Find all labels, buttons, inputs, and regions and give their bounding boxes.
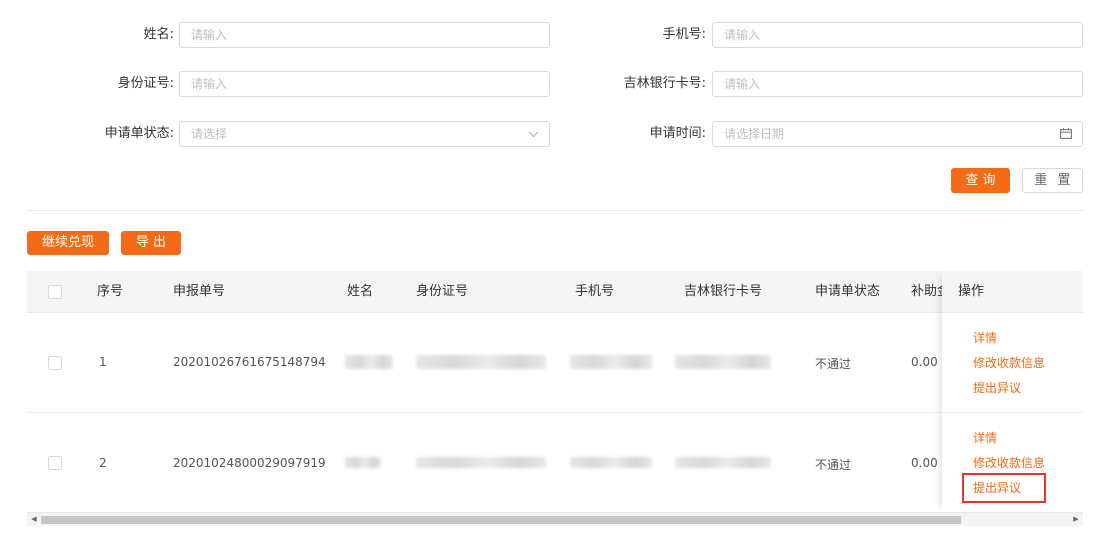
status-select-placeholder: 请选择 [191, 127, 228, 141]
continue-redeem-button[interactable]: 继续兑现 [27, 231, 109, 255]
row-checkbox[interactable] [48, 356, 62, 370]
caret-left-icon[interactable]: ◀ [28, 513, 40, 526]
actions-column-header: 操作 [942, 271, 1083, 313]
scrollbar-thumb[interactable] [41, 516, 961, 524]
phone-input-placeholder: 请输入 [724, 28, 761, 42]
blurred-name [345, 457, 381, 468]
edit-payment-info-link[interactable]: 修改收款信息 [973, 455, 1045, 471]
reset-button[interactable]: 重 置 [1022, 168, 1083, 193]
blurred-name [345, 355, 393, 369]
divider [27, 210, 1083, 211]
highlight-box [962, 473, 1046, 503]
column-header-status: 申请单状态 [815, 284, 881, 299]
name-input-placeholder: 请输入 [191, 28, 228, 42]
row-status: 不通过 [815, 357, 852, 371]
column-header-report-no: 申报单号 [173, 284, 226, 299]
column-header-phone: 手机号 [575, 284, 615, 299]
row-subsidy: 0.00 [911, 355, 938, 369]
bank-card-input[interactable]: 请输入 [712, 71, 1083, 97]
row-index: 2 [99, 456, 107, 470]
blurred-id-card [416, 457, 546, 468]
column-header-name: 姓名 [347, 284, 374, 299]
table-header: 序号 申报单号 姓名 身份证号 手机号 吉林银行卡号 申请单状态 补助金 [27, 271, 1083, 313]
row-report-no: 20201026761675148794 [173, 355, 326, 369]
caret-right-icon[interactable]: ▶ [1070, 513, 1082, 526]
select-all-checkbox[interactable] [48, 285, 62, 299]
table-row: 2 20201024800029097919 不通过 0.00 [27, 413, 1083, 511]
row-subsidy: 0.00 [911, 456, 938, 470]
blurred-id-card [416, 355, 546, 369]
calendar-icon [1060, 122, 1072, 146]
query-button[interactable]: 查 询 [951, 168, 1010, 193]
id-card-label: 身份证号: [117, 76, 174, 91]
bank-card-label: 吉林银行卡号: [623, 76, 706, 91]
bank-card-input-placeholder: 请输入 [724, 77, 761, 91]
table-row: 1 20201026761675148794 不通过 0.00 [27, 313, 1083, 413]
date-picker-placeholder: 请选择日期 [724, 127, 785, 141]
row-report-no: 20201024800029097919 [173, 456, 326, 470]
blurred-phone [570, 355, 652, 369]
export-button[interactable]: 导 出 [121, 231, 181, 255]
raise-objection-link[interactable]: 提出异议 [973, 380, 1021, 396]
id-card-input-placeholder: 请输入 [191, 77, 228, 91]
name-input[interactable]: 请输入 [179, 22, 550, 48]
chevron-down-icon [528, 122, 539, 146]
blurred-phone [570, 457, 652, 468]
row-index: 1 [99, 355, 107, 369]
detail-link[interactable]: 详情 [973, 430, 997, 446]
date-picker-input[interactable]: 请选择日期 [712, 121, 1083, 147]
column-header-index: 序号 [97, 284, 124, 299]
column-header-actions: 操作 [958, 284, 985, 299]
id-card-input[interactable]: 请输入 [179, 71, 550, 97]
horizontal-scrollbar[interactable]: ◀ ▶ [27, 512, 1083, 526]
blurred-bank-card [675, 355, 771, 369]
phone-label: 手机号: [662, 27, 706, 42]
time-label: 申请时间: [649, 126, 706, 141]
column-header-bank-card: 吉林银行卡号 [684, 284, 763, 299]
status-label: 申请单状态: [104, 126, 174, 141]
actions-divider [942, 412, 1083, 413]
column-header-id-card: 身份证号 [416, 284, 469, 299]
blurred-bank-card [675, 457, 771, 468]
phone-input[interactable]: 请输入 [712, 22, 1083, 48]
name-label: 姓名: [143, 27, 174, 42]
status-select[interactable]: 请选择 [179, 121, 550, 147]
row-status: 不通过 [815, 458, 852, 472]
edit-payment-info-link[interactable]: 修改收款信息 [973, 355, 1045, 371]
detail-link[interactable]: 详情 [973, 330, 997, 346]
row-checkbox[interactable] [48, 456, 62, 470]
column-header-subsidy: 补助金 [911, 284, 942, 299]
